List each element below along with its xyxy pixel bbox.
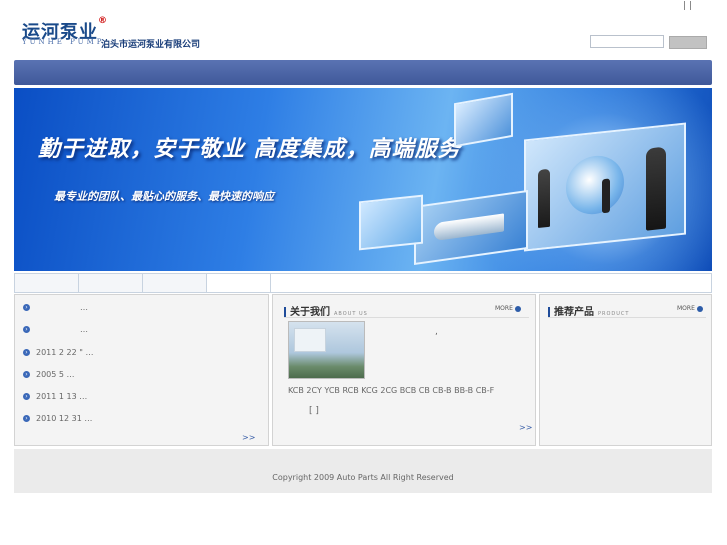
divider [548,317,706,318]
about-comma: , [435,327,438,337]
list-item[interactable]: ›… [23,325,88,334]
products-more-link[interactable]: MORE [677,305,703,312]
logo-english: YUNHE PUMP [22,38,105,46]
about-title: 关于我们 ABOUT US [284,303,368,318]
about-bracket: [ ] [309,406,319,416]
arrow-icon: › [23,393,30,400]
about-products-text: KCB 2CY YCB RCB KCG 2CG BCB CB CB-B BB-B… [288,386,495,395]
arrow-icon: › [23,415,30,422]
businesswoman-figure [646,146,666,231]
top-links[interactable]: | | [683,1,692,11]
tab-4[interactable] [207,274,271,292]
news-more-link[interactable]: >> [242,433,255,442]
copyright-text: Copyright 2009 Auto Parts All Right Rese… [272,473,454,482]
businessman-figure [538,168,550,229]
globe-icon [566,153,624,218]
tab-bar [14,273,712,293]
banner-city-panel [359,194,423,251]
tab-1[interactable] [15,274,79,292]
list-item[interactable]: ›… [23,303,88,312]
tab-3[interactable] [143,274,207,292]
factory-photo [288,321,365,379]
hero-banner: 勤于进取，安于敬业 高度集成，高端服务 最专业的团队、最贴心的服务、最快速的响应 [14,88,712,271]
person-figure [602,178,610,214]
arrow-icon: › [23,349,30,356]
photo-sign [294,328,326,352]
products-title: 推荐产品 PRODUCT [548,303,629,318]
title-bar-icon [284,307,286,317]
main-nav-bar[interactable] [14,60,712,85]
company-name: 泊头市运河泵业有限公司 [101,40,201,50]
title-bar-icon [548,307,550,317]
registered-mark: ® [98,16,107,26]
banner-slogan-sub: 最专业的团队、最贴心的服务、最快速的响应 [54,190,274,203]
more-arrow-icon [514,305,521,312]
search-button[interactable] [669,36,707,49]
list-item[interactable]: › 2011 2 22 " … [23,348,93,357]
news-box: ›… ›… › 2011 2 22 " … › 2005 5 … › 2011 1 1… [14,294,269,446]
train-icon [434,213,504,242]
list-item[interactable]: › 2011 1 13 … [23,392,87,401]
more-arrow-icon [696,305,703,312]
about-box: 关于我们 ABOUT US MORE , KCB 2CY YCB RCB KCG … [272,294,536,446]
about-more-link[interactable]: MORE [495,305,521,312]
search-input[interactable] [590,35,664,48]
business-people-image [524,122,686,252]
footer: Copyright 2009 Auto Parts All Right Rese… [14,449,712,493]
about-more-arrows[interactable]: >> [519,423,532,432]
list-item[interactable]: › 2005 5 … [23,370,75,379]
arrow-icon: › [23,326,30,333]
arrow-icon: › [23,371,30,378]
banner-slogan-main: 勤于进取，安于敬业 高度集成，高端服务 [38,137,461,162]
tab-2[interactable] [79,274,143,292]
products-box: 推荐产品 PRODUCT MORE [539,294,712,446]
list-item[interactable]: › 2010 12 31 … [23,414,92,423]
divider [284,317,529,318]
arrow-icon: › [23,304,30,311]
